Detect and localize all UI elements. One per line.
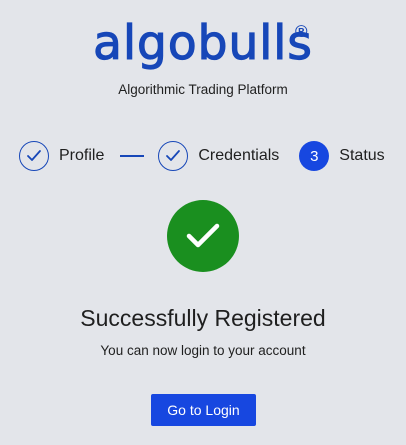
success-check-icon xyxy=(167,200,239,272)
success-message: You can now login to your account xyxy=(100,343,306,358)
go-to-login-button[interactable]: Go to Login xyxy=(151,394,256,426)
registration-stepper: Profile Credentials 3 Status xyxy=(19,140,385,172)
registered-mark: ® xyxy=(295,22,308,41)
step-credentials-label: Credentials xyxy=(198,147,280,164)
step-status-number: 3 xyxy=(299,141,330,171)
step-status: 3 Status xyxy=(299,141,385,171)
step-profile: Profile xyxy=(19,141,104,171)
brand-logo: algobulls ® xyxy=(0,14,406,74)
step-profile-check-icon xyxy=(19,141,49,171)
step-status-label: Status xyxy=(339,147,385,164)
step-credentials: Credentials xyxy=(158,141,279,171)
brand-tagline: Algorithmic Trading Platform xyxy=(118,82,288,97)
step-credentials-check-icon xyxy=(158,141,189,171)
success-title: Successfully Registered xyxy=(80,305,326,331)
step-connector xyxy=(120,155,145,157)
step-profile-label: Profile xyxy=(59,147,105,164)
logo-wordmark: algobulls xyxy=(93,15,313,71)
